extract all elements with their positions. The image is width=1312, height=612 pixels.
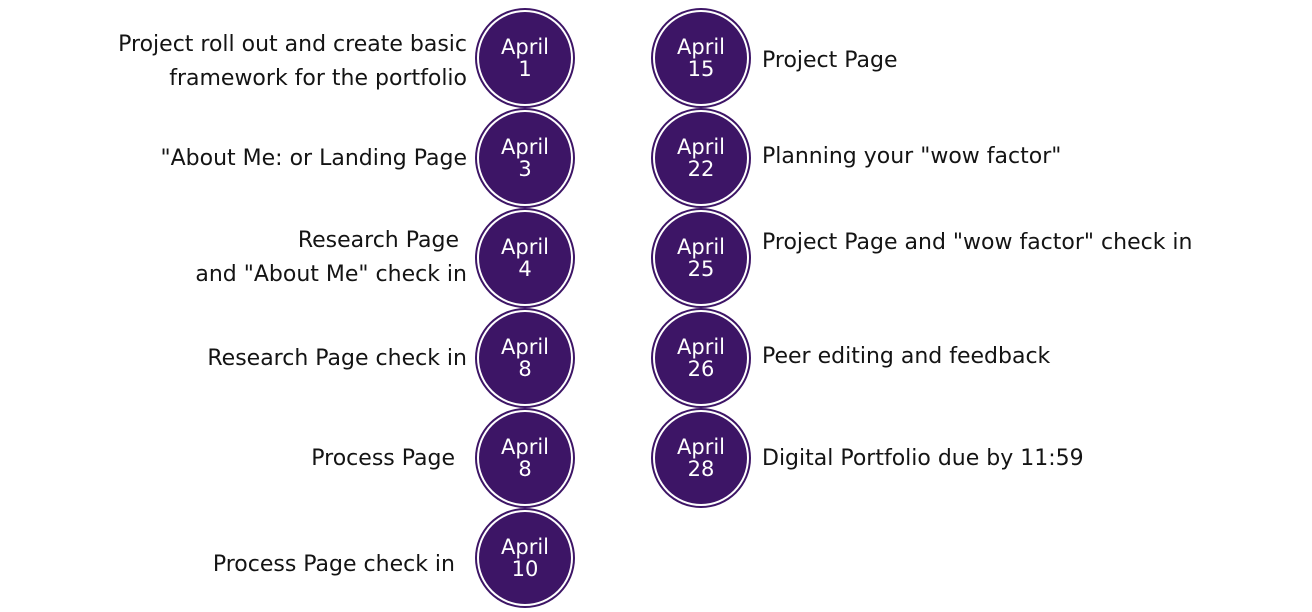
date-month: April <box>677 235 725 259</box>
date-day: 25 <box>687 257 715 281</box>
date-month: April <box>677 335 725 359</box>
right-timeline: April 15 Project Page April 22 Planning … <box>0 0 1312 600</box>
date-day: 26 <box>687 357 715 381</box>
date-month: April <box>677 135 725 159</box>
date-circle: April 15 <box>655 12 747 104</box>
date-day: 15 <box>687 57 715 81</box>
item-label: Peer editing and feedback <box>762 340 1050 374</box>
timeline-item: April 25 Project Page and "wow factor" c… <box>0 212 1312 312</box>
timeline-item: April 28 Digital Portfolio due by 11:59 <box>0 412 1312 512</box>
item-label-line: Project Page <box>762 48 898 73</box>
date-circle: April 22 <box>655 112 747 204</box>
date-month: April <box>677 435 725 459</box>
item-label-line: Project Page and "wow factor" check in <box>762 230 1193 255</box>
item-label: Project Page <box>762 44 898 78</box>
item-label: Process Page check in <box>213 548 455 582</box>
date-day: 28 <box>687 457 715 481</box>
item-label: Digital Portfolio due by 11:59 <box>762 442 1084 476</box>
date-day: 10 <box>511 557 539 581</box>
item-label: Project Page and "wow factor" check in <box>762 226 1192 260</box>
timeline-item: April 15 Project Page <box>0 12 1312 112</box>
date-circle: April 25 <box>655 212 747 304</box>
date-month: April <box>501 535 549 559</box>
date-day: 22 <box>687 157 715 181</box>
item-label-line: Digital Portfolio due by 11:59 <box>762 446 1084 471</box>
date-circle: April 10 <box>479 512 571 604</box>
item-label: Planning your "wow factor" <box>762 140 1061 174</box>
timeline-item: April 22 Planning your "wow factor" <box>0 112 1312 212</box>
date-circle: April 28 <box>655 412 747 504</box>
timeline-item: April 10 Process Page check in <box>0 512 1312 612</box>
date-month: April <box>677 35 725 59</box>
item-label-line: Planning your "wow factor" <box>762 144 1062 169</box>
date-circle: April 26 <box>655 312 747 404</box>
item-label-line: Process Page check in <box>212 552 455 577</box>
item-label-line: Peer editing and feedback <box>762 344 1051 369</box>
timeline-item: April 26 Peer editing and feedback <box>0 312 1312 412</box>
